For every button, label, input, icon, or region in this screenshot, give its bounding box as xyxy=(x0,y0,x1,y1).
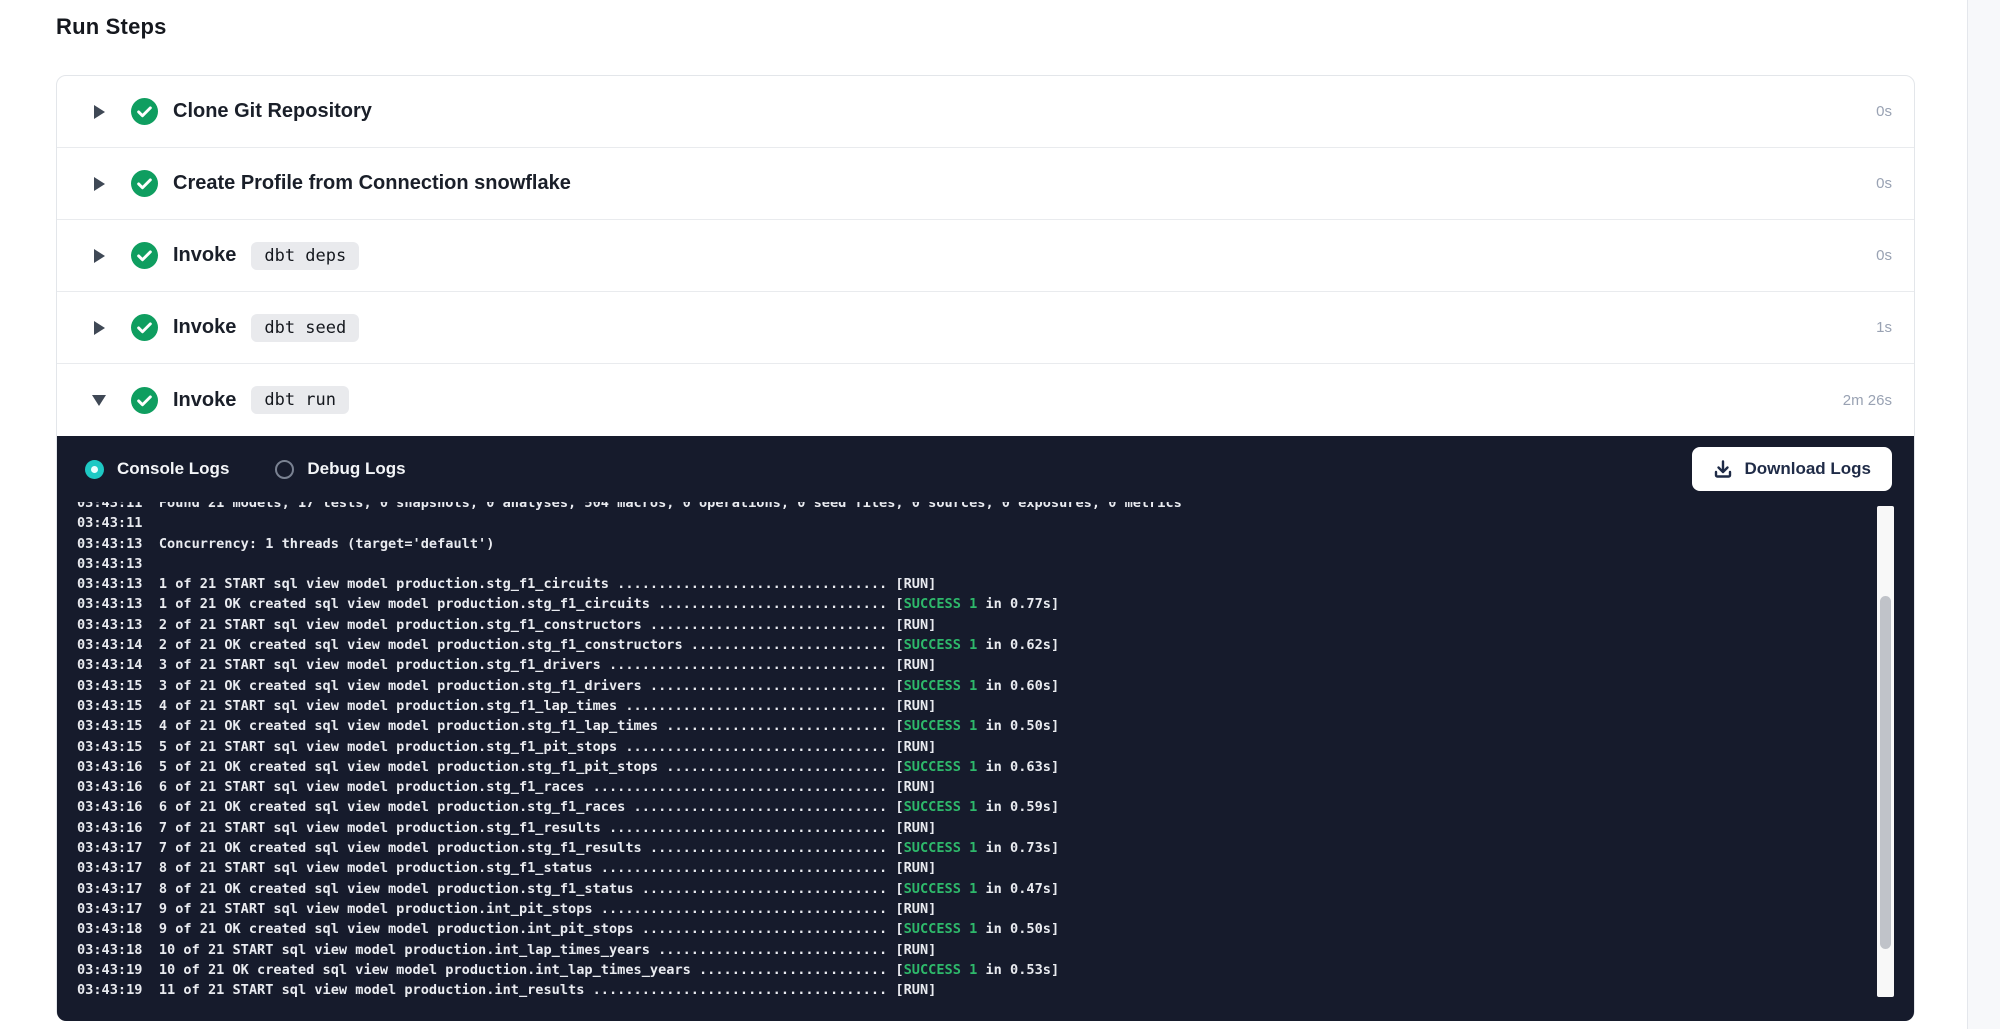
log-line: 03:43:17 8 of 21 OK created sql view mod… xyxy=(77,879,1914,899)
console-logs-radio[interactable]: Console Logs xyxy=(85,459,229,479)
step-success-icon xyxy=(131,387,158,414)
log-line: 03:43:17 9 of 21 START sql view model pr… xyxy=(77,899,1914,919)
log-lines: 03:43:11 Found 21 models, 17 tests, 0 sn… xyxy=(57,502,1914,1000)
log-scrollbar-track[interactable] xyxy=(1877,506,1894,997)
console-header: Console Logs Debug Logs Download Logs xyxy=(57,436,1914,502)
log-line: 03:43:13 xyxy=(77,554,1914,574)
log-line: 03:43:15 4 of 21 OK created sql view mod… xyxy=(77,716,1914,736)
expander-icon[interactable] xyxy=(91,249,107,263)
step-duration: 0s xyxy=(1876,103,1892,120)
log-line: 03:43:11 Found 21 models, 17 tests, 0 sn… xyxy=(77,502,1914,513)
step-success-icon xyxy=(131,98,158,125)
log-line: 03:43:19 11 of 21 START sql view model p… xyxy=(77,980,1914,1000)
step-duration: 0s xyxy=(1876,247,1892,264)
step-title: Create Profile from Connection snowflake xyxy=(173,172,571,195)
right-rail xyxy=(1967,0,2000,1029)
download-logs-label: Download Logs xyxy=(1744,459,1871,479)
step-title: Invoke xyxy=(173,244,236,267)
step-row[interactable]: Create Profile from Connection snowflake… xyxy=(57,148,1914,220)
step-success-icon xyxy=(131,242,158,269)
log-line: 03:43:15 5 of 21 START sql view model pr… xyxy=(77,737,1914,757)
step-row[interactable]: Clone Git Repository 0s xyxy=(57,76,1914,148)
step-command-chip: dbt seed xyxy=(251,314,359,342)
page-title: Run Steps xyxy=(56,14,167,40)
step-title: Invoke xyxy=(173,389,236,412)
expander-icon[interactable] xyxy=(91,177,107,191)
log-line: 03:43:16 6 of 21 START sql view model pr… xyxy=(77,777,1914,797)
expander-icon[interactable] xyxy=(91,395,107,406)
log-line: 03:43:13 1 of 21 OK created sql view mod… xyxy=(77,594,1914,614)
log-line: 03:43:16 5 of 21 OK created sql view mod… xyxy=(77,757,1914,777)
debug-logs-label: Debug Logs xyxy=(307,459,405,479)
log-line: 03:43:18 10 of 21 START sql view model p… xyxy=(77,940,1914,960)
log-line: 03:43:16 6 of 21 OK created sql view mod… xyxy=(77,797,1914,817)
step-success-icon xyxy=(131,314,158,341)
log-line: 03:43:17 8 of 21 START sql view model pr… xyxy=(77,858,1914,878)
expander-icon[interactable] xyxy=(91,321,107,335)
step-title: Invoke xyxy=(173,316,236,339)
step-success-icon xyxy=(131,170,158,197)
console-log-panel: Console Logs Debug Logs Download Logs 03… xyxy=(57,436,1914,1021)
step-row[interactable]: Invoke dbt deps 0s xyxy=(57,220,1914,292)
log-line: 03:43:13 2 of 21 START sql view model pr… xyxy=(77,615,1914,635)
radio-unselected-icon[interactable] xyxy=(275,460,294,479)
radio-selected-icon[interactable] xyxy=(85,460,104,479)
log-line: 03:43:14 2 of 21 OK created sql view mod… xyxy=(77,635,1914,655)
step-command-chip: dbt deps xyxy=(251,242,359,270)
log-line: 03:43:16 7 of 21 START sql view model pr… xyxy=(77,818,1914,838)
step-title: Clone Git Repository xyxy=(173,100,372,123)
log-scroll-area[interactable]: 03:43:11 Found 21 models, 17 tests, 0 sn… xyxy=(57,502,1914,1021)
step-duration: 0s xyxy=(1876,175,1892,192)
step-duration: 1s xyxy=(1876,319,1892,336)
step-row[interactable]: Invoke dbt seed 1s xyxy=(57,292,1914,364)
log-line: 03:43:13 Concurrency: 1 threads (target=… xyxy=(77,534,1914,554)
run-steps-card: Clone Git Repository 0s Create Profile f… xyxy=(56,75,1915,1020)
log-line: 03:43:11 xyxy=(77,513,1914,533)
expander-icon[interactable] xyxy=(91,105,107,119)
log-line: 03:43:17 7 of 21 OK created sql view mod… xyxy=(77,838,1914,858)
log-line: 03:43:14 3 of 21 START sql view model pr… xyxy=(77,655,1914,675)
log-line: 03:43:18 9 of 21 OK created sql view mod… xyxy=(77,919,1914,939)
step-rows: Clone Git Repository 0s Create Profile f… xyxy=(57,76,1914,436)
log-scrollbar-thumb[interactable] xyxy=(1880,596,1891,949)
console-logs-label: Console Logs xyxy=(117,459,229,479)
download-logs-button[interactable]: Download Logs xyxy=(1692,447,1892,491)
log-line: 03:43:15 4 of 21 START sql view model pr… xyxy=(77,696,1914,716)
step-command-chip: dbt run xyxy=(251,386,349,414)
log-line: 03:43:13 1 of 21 START sql view model pr… xyxy=(77,574,1914,594)
step-row[interactable]: Invoke dbt run 2m 26s xyxy=(57,364,1914,436)
log-line: 03:43:19 10 of 21 OK created sql view mo… xyxy=(77,960,1914,980)
log-line: 03:43:15 3 of 21 OK created sql view mod… xyxy=(77,676,1914,696)
debug-logs-radio[interactable]: Debug Logs xyxy=(275,459,405,479)
page: Run Steps Clone Git Repository 0s Create… xyxy=(0,0,2000,1029)
download-icon xyxy=(1713,459,1733,479)
step-duration: 2m 26s xyxy=(1843,392,1892,409)
